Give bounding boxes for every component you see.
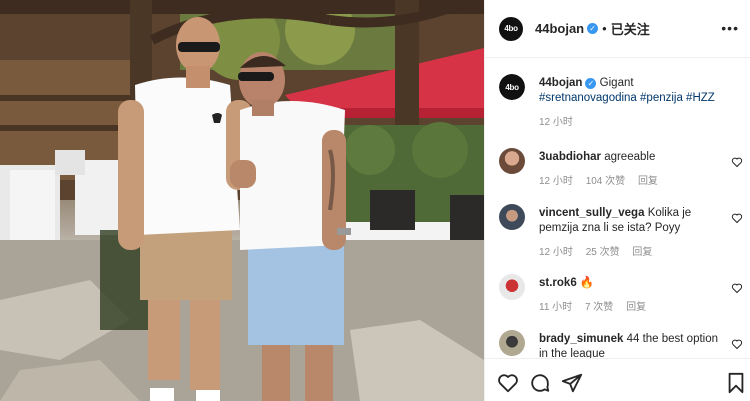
comment-avatar[interactable] [499,274,525,300]
caption-verified-icon: ✓ [585,78,597,89]
bookmark-icon[interactable] [725,372,747,394]
verified-badge-icon: ✓ [587,23,599,34]
caption-hashtags[interactable]: #sretnanovagodina #penzija #HZZ [539,92,715,104]
reply-button[interactable]: 回复 [638,176,658,187]
comment-body: vincent_sully_vega Kolika je pemzija zna… [539,206,719,260]
comment-time[interactable]: 12 小时 [539,247,573,258]
caption-time[interactable]: 12 小时 [539,117,573,128]
header-username[interactable]: 44bojan [535,21,584,36]
like-heart-icon[interactable] [731,338,743,350]
comment-text: agreeable [604,151,656,163]
comment-avatar[interactable] [499,148,525,174]
comment-body: 3uabdiohar agreeable 12 小时 104 次赞 回复 [539,150,719,189]
comment-username[interactable]: vincent_sully_vega [539,207,644,219]
follow-status-button[interactable]: 已关注 [611,19,650,38]
photo-scene [0,0,484,401]
post-side-panel: 4bo 44bojan ✓ • 已关注 ••• 4bo 44bojan ✓ Gig… [484,0,750,401]
caption-body: 44bojan ✓ Gigant #sretnanovagodina #penzi… [539,76,719,130]
post-actions-bar [485,358,750,401]
comment-body: brady_simunek 44 the best option in the … [539,332,719,358]
caption-meta: 12 小时 [539,115,719,130]
comment-time[interactable]: 12 小时 [539,176,573,187]
caption-avatar-logo: 4bo [499,74,525,100]
like-heart-icon[interactable] [731,282,743,294]
comment-text: 🔥 [579,277,595,289]
reply-button[interactable]: 回复 [626,302,646,313]
more-dots-icon[interactable]: ••• [721,20,739,36]
post-photo[interactable] [0,0,484,401]
caption-username[interactable]: 44bojan [539,77,582,89]
comment-likes[interactable]: 104 次赞 [586,176,625,187]
caption-avatar-logo-text: 4bo [505,82,519,92]
comments-list[interactable]: 4bo 44bojan ✓ Gigant #sretnanovagodina #p… [485,58,750,358]
avatar-logo-text: 4bo [504,24,518,33]
comment-username[interactable]: st.rok6 [539,277,577,289]
comment-body: st.rok6 🔥 11 小时 7 次赞 回复 [539,276,719,315]
comment-meta: 12 小时 25 次赞 回复 [539,245,719,260]
reply-button[interactable]: 回复 [632,247,652,258]
comment-likes[interactable]: 25 次赞 [586,247,620,258]
caption-avatar[interactable]: 4bo [499,74,525,100]
comment-likes[interactable]: 7 次赞 [585,302,613,313]
share-icon[interactable] [561,372,583,394]
caption-text: Gigant [599,77,634,89]
comment-username[interactable]: brady_simunek [539,333,623,345]
separator-dot: • [602,21,607,36]
comment-meta: 11 小时 7 次赞 回复 [539,300,719,315]
comment-icon[interactable] [529,372,551,394]
like-heart-icon[interactable] [731,212,743,224]
comment-avatar[interactable] [499,204,525,230]
comment-avatar[interactable] [499,330,525,356]
avatar[interactable]: 4bo [499,16,523,41]
post-header: 4bo 44bojan ✓ • 已关注 ••• [485,0,750,58]
comment-meta: 12 小时 104 次赞 回复 [539,174,719,189]
comment-time[interactable]: 11 小时 [539,302,572,313]
heart-icon[interactable] [497,372,519,394]
like-heart-icon[interactable] [731,156,743,168]
comment-username[interactable]: 3uabdiohar [539,151,601,163]
